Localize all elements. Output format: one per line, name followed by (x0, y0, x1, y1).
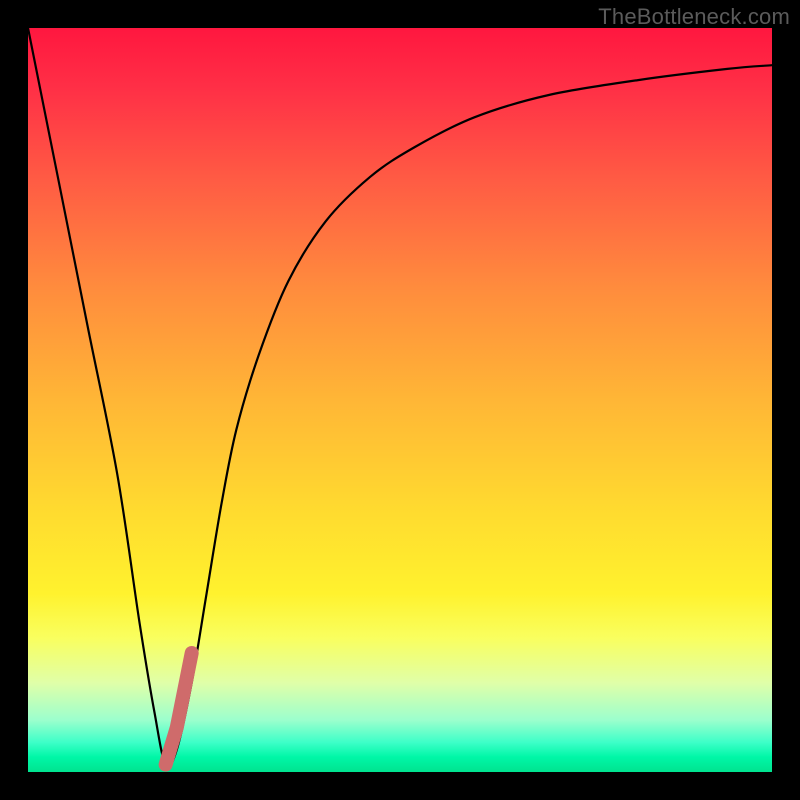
curve-layer (28, 28, 772, 772)
chart-frame: TheBottleneck.com (0, 0, 800, 800)
watermark-text: TheBottleneck.com (598, 4, 790, 30)
bottleneck-curve (28, 28, 772, 767)
plot-area (28, 28, 772, 772)
highlight-segment (166, 653, 192, 765)
